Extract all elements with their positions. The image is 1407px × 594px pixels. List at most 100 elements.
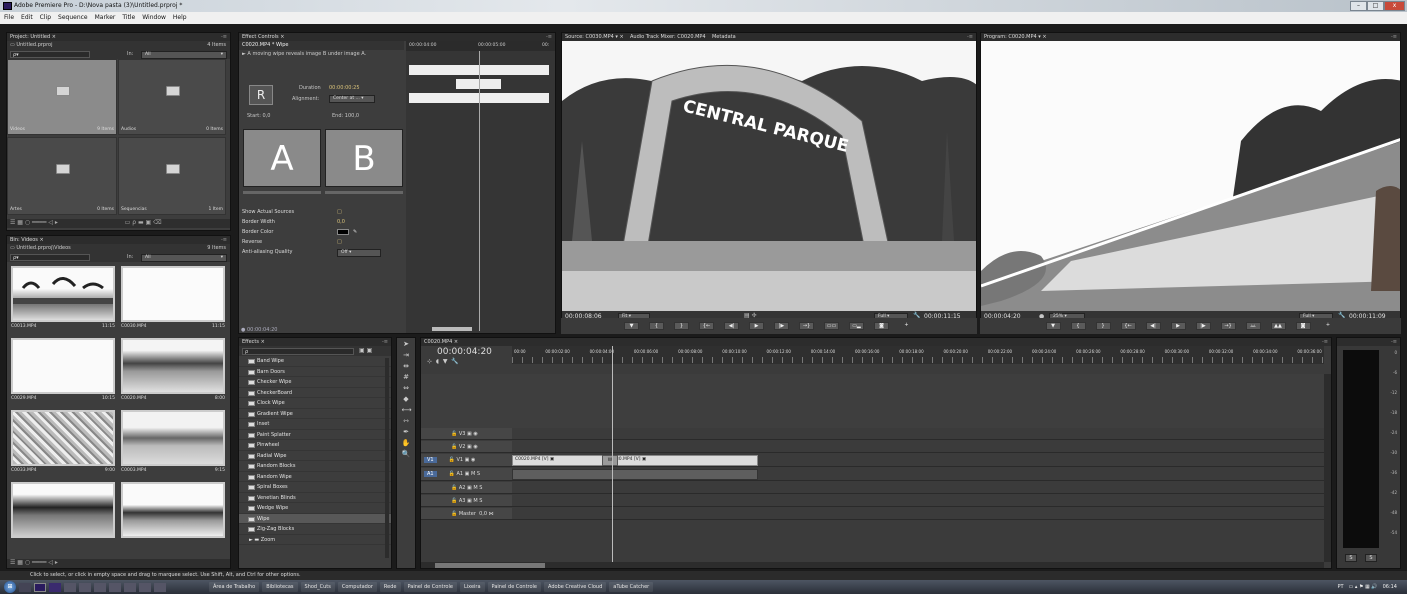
- effect-item[interactable]: Gradient Wipe: [239, 409, 391, 419]
- clip-thumbnail[interactable]: [11, 338, 115, 394]
- add-button[interactable]: +: [899, 322, 914, 330]
- menu-help[interactable]: Help: [173, 12, 187, 24]
- timeline-playhead[interactable]: [612, 346, 613, 562]
- go-to-in-button[interactable]: {←: [699, 322, 714, 330]
- clip-thumbnail[interactable]: [121, 482, 225, 538]
- effect-item[interactable]: Venetian Blinds: [239, 493, 391, 503]
- menu-window[interactable]: Window: [142, 12, 166, 24]
- pinned-app-icon[interactable]: [94, 582, 106, 592]
- taskbar-control-panel[interactable]: Painel de Controle: [403, 582, 457, 592]
- mark-out-button[interactable]: }: [674, 322, 689, 330]
- effect-controls-tab[interactable]: Effect Controls × -≡: [239, 33, 555, 41]
- taskbar-recycle-bin[interactable]: Lixeira: [459, 582, 485, 592]
- effect-item[interactable]: Random Wipe: [239, 472, 391, 482]
- mark-in-button[interactable]: {: [649, 322, 664, 330]
- effects-tab[interactable]: Effects × -≡: [239, 338, 391, 346]
- effect-item[interactable]: CheckerBoard: [239, 388, 391, 398]
- clock[interactable]: 06:14: [1383, 584, 1397, 590]
- taskbar-desktop[interactable]: Área de Trabalho: [209, 582, 260, 592]
- minimize-button[interactable]: –: [1350, 1, 1367, 11]
- slider-a[interactable]: [243, 191, 321, 194]
- effect-item[interactable]: Clock Wipe: [239, 398, 391, 409]
- pinned-app-icon[interactable]: [124, 582, 136, 592]
- overwrite-button[interactable]: ▭▂: [849, 322, 864, 330]
- clip-thumbnail[interactable]: [121, 410, 225, 466]
- ripple-edit-tool-icon[interactable]: ⇹: [402, 362, 411, 371]
- solo-right-button[interactable]: S: [1365, 554, 1377, 562]
- pinned-app-icon[interactable]: [49, 582, 61, 592]
- timeline-audio-clip[interactable]: [512, 469, 758, 480]
- taskbar-control-panel-2[interactable]: Painel de Controle: [487, 582, 542, 592]
- go-to-out-button[interactable]: →}: [799, 322, 814, 330]
- zoom-tool-icon[interactable]: 🔍: [402, 450, 411, 459]
- effect-folder-zoom[interactable]: ► ▬ Zoom: [239, 535, 391, 545]
- end-value[interactable]: 100,0: [345, 113, 359, 119]
- project-in-select[interactable]: All ▾: [141, 51, 227, 59]
- prop-show-actual-sources[interactable]: Show Actual Sources □: [239, 207, 404, 217]
- export-frame-button[interactable]: ◙: [1295, 322, 1311, 330]
- maximize-button[interactable]: □: [1367, 1, 1384, 11]
- menu-clip[interactable]: Clip: [40, 12, 51, 24]
- eyedropper-icon[interactable]: ✎: [353, 227, 357, 237]
- track-v2[interactable]: 🔓 V2 ▣ ◉: [421, 441, 1324, 453]
- pinned-app-icon[interactable]: [19, 582, 31, 592]
- timeline-vertical-scrollbar[interactable]: [1324, 374, 1331, 562]
- effect-mini-timeline[interactable]: 00:00:04:00 00:00:05:00 00:: [406, 41, 555, 333]
- tab-audio-mixer[interactable]: Audio Track Mixer: C0020.MP4: [630, 34, 706, 40]
- effect-item[interactable]: Inset: [239, 419, 391, 430]
- step-forward-button[interactable]: |▶: [1195, 322, 1211, 330]
- extract-button[interactable]: ▲▲: [1270, 322, 1286, 330]
- slip-tool-icon[interactable]: ⟷: [402, 406, 412, 415]
- timeline-clip-c0020-video[interactable]: C0020.MP4 [V] ▣: [512, 455, 604, 466]
- menu-edit[interactable]: Edit: [21, 12, 33, 24]
- go-to-out-button[interactable]: →}: [1220, 322, 1236, 330]
- bin-in-select[interactable]: All ▾: [141, 254, 227, 262]
- tab-source[interactable]: Source: C0030.MP4 ▾ ×: [565, 34, 624, 40]
- taskbar-creative-cloud[interactable]: Adobe Creative Cloud: [544, 582, 607, 592]
- effects-search-input[interactable]: ρ: [242, 348, 354, 355]
- wipe-preview-r[interactable]: R: [249, 85, 273, 105]
- taskbar-libraries[interactable]: Bibliotecas: [262, 582, 298, 592]
- effect-item[interactable]: Checker Wipe: [239, 377, 391, 388]
- premiere-taskbar-icon[interactable]: [34, 582, 46, 592]
- start-value[interactable]: 0,0: [263, 113, 271, 119]
- pinned-app-icon[interactable]: [139, 582, 151, 592]
- menu-title[interactable]: Title: [122, 12, 135, 24]
- add-marker-button[interactable]: ▼: [1045, 322, 1061, 330]
- timeline-snap-tools[interactable]: ⊹ ◖ ▼ 🔧: [421, 358, 512, 365]
- effect-item[interactable]: Band Wipe: [239, 356, 391, 367]
- effect-item[interactable]: Wedge Wipe: [239, 503, 391, 514]
- timeline-scrollbar[interactable]: [421, 562, 1324, 568]
- empty-track-area[interactable]: [421, 374, 1324, 428]
- clip-thumbnail[interactable]: [121, 338, 225, 394]
- insert-button[interactable]: ▭▭: [824, 322, 839, 330]
- menu-sequence[interactable]: Sequence: [58, 12, 88, 24]
- tray-icons[interactable]: ▭ ▴ ⚑ ▦ 🔊: [1349, 584, 1378, 590]
- add-button[interactable]: +: [1321, 322, 1336, 330]
- project-tab[interactable]: Project: Untitled × -≡: [7, 33, 230, 41]
- prop-border-width[interactable]: Border Width 0,0: [239, 217, 404, 227]
- wipe-transition[interactable]: W: [602, 455, 618, 466]
- prop-border-color[interactable]: Border Color ✎: [239, 227, 404, 237]
- go-to-in-button[interactable]: {←: [1120, 322, 1136, 330]
- effect-item[interactable]: Paint Splatter: [239, 430, 391, 440]
- close-button[interactable]: x: [1384, 1, 1405, 11]
- clip-thumbnail[interactable]: [11, 266, 115, 322]
- duration-value[interactable]: 00:00:00:25: [329, 85, 360, 91]
- bin-sequencias[interactable]: Sequencias 1 Item: [118, 137, 226, 215]
- ec-scrollbar[interactable]: [432, 327, 472, 331]
- rate-stretch-tool-icon[interactable]: ⇔: [402, 384, 411, 393]
- lift-button[interactable]: ▵▵: [1245, 322, 1261, 330]
- taskbar-network[interactable]: Rede: [379, 582, 401, 592]
- project-search-input[interactable]: ρ▾: [10, 51, 90, 58]
- step-forward-button[interactable]: |▶: [774, 322, 789, 330]
- bin-search-input[interactable]: ρ▾: [10, 254, 90, 261]
- solo-left-button[interactable]: S: [1345, 554, 1357, 562]
- clip-thumbnail[interactable]: [11, 482, 115, 538]
- program-tab[interactable]: Program: C0020.MP4 ▾ × -≡: [981, 33, 1400, 41]
- anti-aliasing-select[interactable]: Off ▾: [337, 249, 381, 257]
- prop-reverse[interactable]: Reverse □: [239, 237, 404, 247]
- master-volume[interactable]: 0,0: [479, 511, 487, 517]
- language-indicator[interactable]: PT: [1337, 584, 1343, 590]
- prop-anti-aliasing[interactable]: Anti-aliasing Quality Off ▾: [239, 247, 404, 257]
